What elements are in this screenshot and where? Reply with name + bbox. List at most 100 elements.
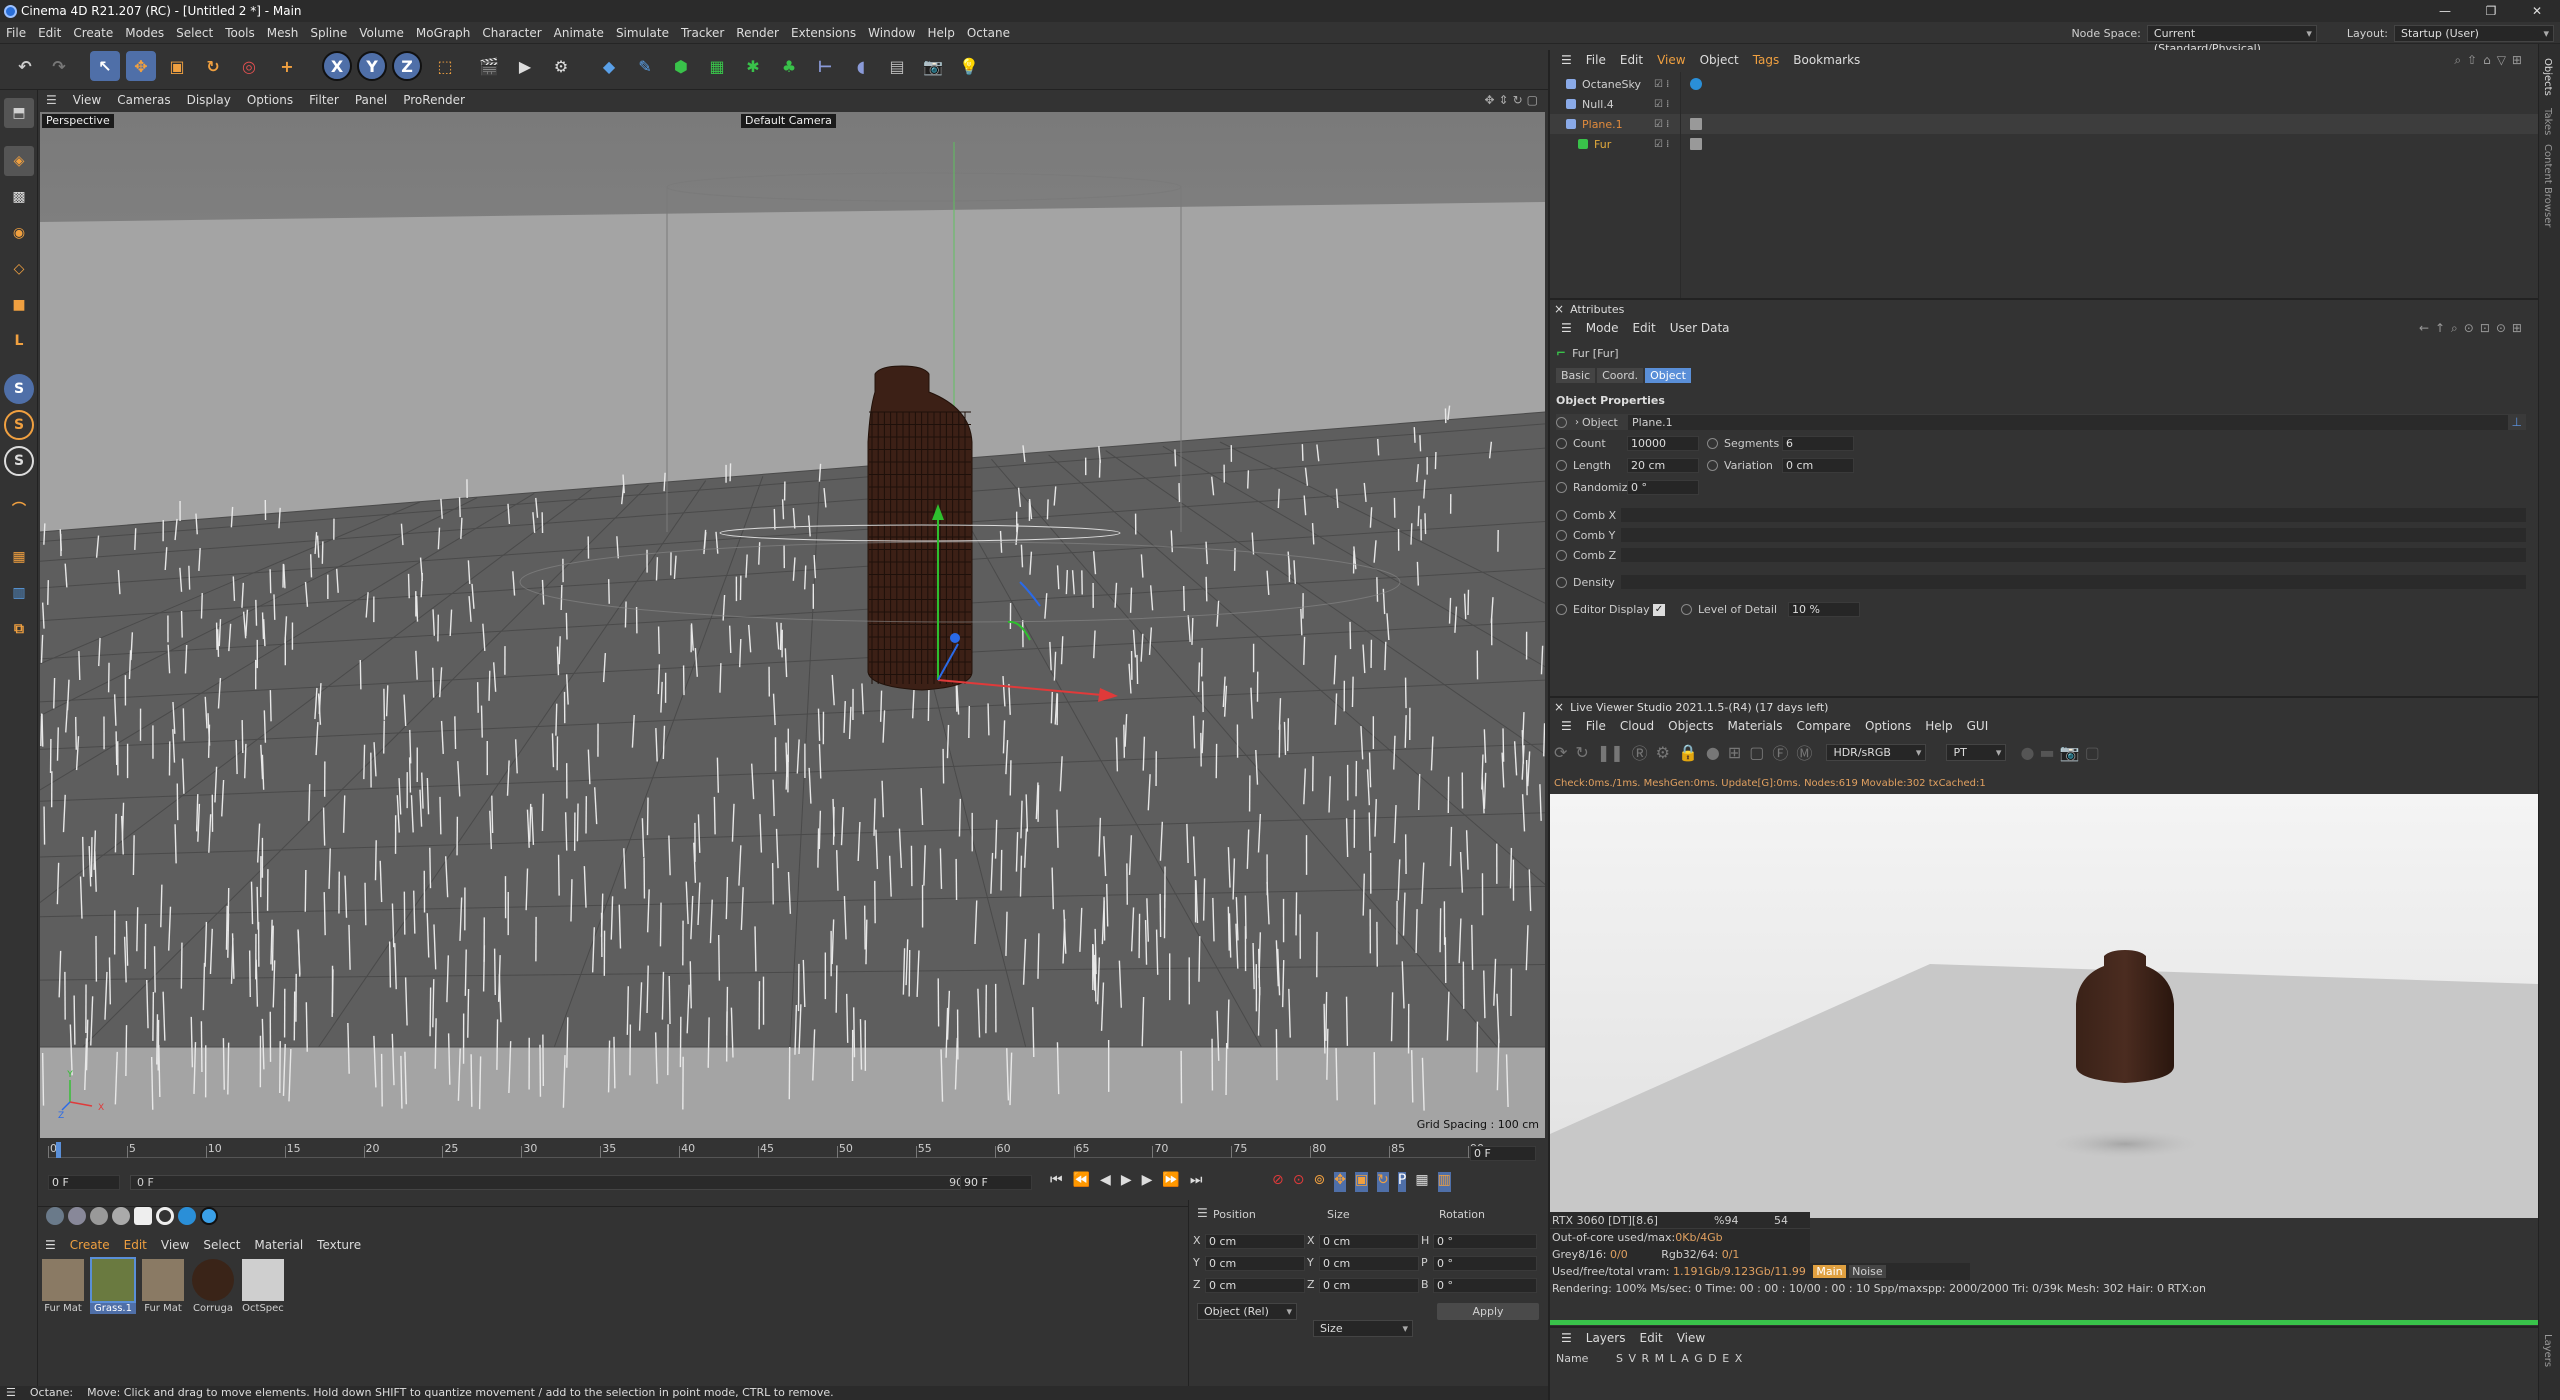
- editor-display-checkbox[interactable]: ✓: [1653, 603, 1665, 616]
- texture-mode-icon[interactable]: ▩: [4, 182, 34, 212]
- preview-range-bar[interactable]: 0 F 90 F: [130, 1175, 980, 1190]
- menu-animate[interactable]: Animate: [548, 26, 610, 40]
- coord-mode-dropdown[interactable]: Object (Rel): [1197, 1303, 1297, 1320]
- randomize-anim-dot[interactable]: [1556, 482, 1567, 493]
- menu-create[interactable]: Create: [67, 26, 119, 40]
- comb-z-anim-dot[interactable]: [1556, 549, 1567, 561]
- redo-icon[interactable]: ↷: [44, 51, 74, 81]
- object-row[interactable]: Null.4 ☑ ⁞: [1550, 94, 2538, 114]
- mat-menu-create[interactable]: Create: [63, 1238, 117, 1252]
- material-item[interactable]: OctSpec: [240, 1259, 286, 1314]
- menu-octane[interactable]: Octane: [961, 26, 1016, 40]
- polygon-mode-icon[interactable]: ■: [4, 290, 34, 320]
- maximize-icon[interactable]: ❐: [2468, 0, 2514, 22]
- menu-file[interactable]: File: [0, 26, 32, 40]
- object-menu-icon[interactable]: ☰: [1554, 53, 1579, 67]
- side-tab-objects[interactable]: Objects: [2542, 58, 2553, 96]
- camera-label[interactable]: Default Camera: [741, 114, 836, 128]
- array-icon[interactable]: ▦: [702, 51, 732, 81]
- material-swatch[interactable]: [90, 1257, 136, 1303]
- object-expand-icon[interactable]: ›: [1575, 417, 1579, 428]
- obj-menu-view[interactable]: View: [1650, 53, 1692, 67]
- octane-glossy-icon[interactable]: [68, 1207, 86, 1225]
- editor-display-anim-dot[interactable]: [1556, 604, 1567, 615]
- lv-lock-icon[interactable]: 🔒: [1678, 743, 1698, 762]
- viewport-3d[interactable]: Grid Spacing : 100 cm Y X Z Perspective …: [40, 112, 1545, 1138]
- lv-render-view[interactable]: [1550, 794, 2538, 1218]
- timeline-ruler[interactable]: 051015202530354045505560657075808590: [48, 1142, 1508, 1158]
- rotate-icon[interactable]: ↻: [198, 51, 228, 81]
- comb-x-anim-dot[interactable]: [1556, 509, 1567, 521]
- layers-menu-edit[interactable]: Edit: [1632, 1331, 1669, 1345]
- transform-icon[interactable]: +: [272, 51, 302, 81]
- layers-menu-icon[interactable]: ☰: [1554, 1331, 1579, 1345]
- object-row[interactable]: Plane.1 ☑ ⁞: [1550, 114, 2538, 134]
- lv-noise-tag[interactable]: Noise: [1849, 1265, 1886, 1278]
- object-tag-icon[interactable]: [1690, 98, 1702, 110]
- object-flags[interactable]: ☑ ⁞: [1654, 119, 1669, 130]
- lv-menu-materials[interactable]: Materials: [1720, 719, 1789, 733]
- viewport-nav-icons[interactable]: ✥⇕↻▢: [1484, 93, 1542, 107]
- coord-rotation-field[interactable]: 0 °: [1433, 1278, 1537, 1293]
- lv-settings-icon[interactable]: ⚙: [1656, 743, 1670, 762]
- segments-anim-dot[interactable]: [1707, 438, 1718, 449]
- object-name[interactable]: Null.4: [1582, 98, 1662, 111]
- coord-position-field[interactable]: 0 cm: [1205, 1256, 1305, 1271]
- object-tag-icon[interactable]: [1690, 138, 1702, 150]
- material-swatch[interactable]: [242, 1259, 284, 1301]
- lv-menu-objects[interactable]: Objects: [1661, 719, 1720, 733]
- layers-menu-view[interactable]: View: [1670, 1331, 1712, 1345]
- attributes-close-icon[interactable]: ×: [1554, 302, 1564, 316]
- tab-object[interactable]: Object: [1645, 368, 1691, 383]
- lod-anim-dot[interactable]: [1681, 604, 1692, 615]
- lv-menu-cloud[interactable]: Cloud: [1613, 719, 1661, 733]
- object-row[interactable]: OctaneSky ☑ ⁞: [1550, 74, 2538, 94]
- make-editable-icon[interactable]: ⬒: [4, 98, 34, 128]
- key-rotation-icon[interactable]: ↻: [1377, 1172, 1389, 1192]
- menu-simulate[interactable]: Simulate: [610, 26, 675, 40]
- menu-edit[interactable]: Edit: [32, 26, 67, 40]
- locked-workplane-icon[interactable]: ⧉: [4, 614, 34, 644]
- attr-menu-userdata[interactable]: User Data: [1663, 321, 1737, 335]
- material-item[interactable]: Grass.1: [90, 1257, 136, 1314]
- axis-y-button[interactable]: Y: [357, 51, 387, 81]
- keyframe-selection-icon[interactable]: ⊚: [1313, 1172, 1325, 1192]
- lod-field[interactable]: 10 %: [1788, 602, 1860, 617]
- coord-menu-icon[interactable]: ☰: [1197, 1206, 1208, 1220]
- render-region-icon[interactable]: 🎬: [474, 51, 504, 81]
- vp-menu-display[interactable]: Display: [179, 93, 239, 107]
- mat-menu-material[interactable]: Material: [247, 1238, 310, 1252]
- obj-menu-bookmarks[interactable]: Bookmarks: [1786, 53, 1867, 67]
- snap-grid-icon[interactable]: S: [4, 446, 34, 476]
- move-icon[interactable]: ✥: [126, 51, 156, 81]
- menu-window[interactable]: Window: [862, 26, 921, 40]
- octane-specular-icon[interactable]: [90, 1207, 108, 1225]
- object-tag-icon[interactable]: [1690, 118, 1702, 130]
- material-swatch[interactable]: [42, 1259, 84, 1301]
- prev-frame-icon[interactable]: ◀: [1100, 1172, 1111, 1192]
- model-mode-icon[interactable]: ◈: [4, 146, 34, 176]
- coord-rotation-field[interactable]: 0 °: [1433, 1234, 1537, 1249]
- object-tag-icon[interactable]: [1690, 78, 1702, 90]
- variation-field[interactable]: 0 cm: [1782, 458, 1854, 473]
- vp-menu-view[interactable]: View: [65, 93, 109, 107]
- material-item[interactable]: Fur Mat: [140, 1259, 186, 1314]
- field-icon[interactable]: ⊢: [810, 51, 840, 81]
- apply-button[interactable]: Apply: [1437, 1303, 1539, 1320]
- goto-end-icon[interactable]: ⏭: [1190, 1172, 1203, 1192]
- end-frame-field[interactable]: 90 F: [960, 1175, 1032, 1190]
- coord-size-dropdown[interactable]: Size: [1313, 1320, 1413, 1337]
- pen-icon[interactable]: ✎: [630, 51, 660, 81]
- camera-icon[interactable]: 📷: [918, 51, 948, 81]
- vp-menu-panel[interactable]: Panel: [347, 93, 395, 107]
- pick-icon[interactable]: ⊥: [2512, 415, 2522, 429]
- lv-menu-icon[interactable]: ☰: [1554, 719, 1579, 733]
- coord-size-field[interactable]: 0 cm: [1319, 1278, 1419, 1293]
- randomize-field[interactable]: 0 °: [1627, 480, 1699, 495]
- lv-extra-icons[interactable]: ● ▬ 📷 ▢: [2020, 743, 2099, 762]
- axis-x-button[interactable]: X: [322, 51, 352, 81]
- lv-menu-compare[interactable]: Compare: [1790, 719, 1858, 733]
- menu-tools[interactable]: Tools: [219, 26, 261, 40]
- lv-mode-dropdown[interactable]: PT: [1946, 743, 2007, 761]
- menu-select[interactable]: Select: [170, 26, 219, 40]
